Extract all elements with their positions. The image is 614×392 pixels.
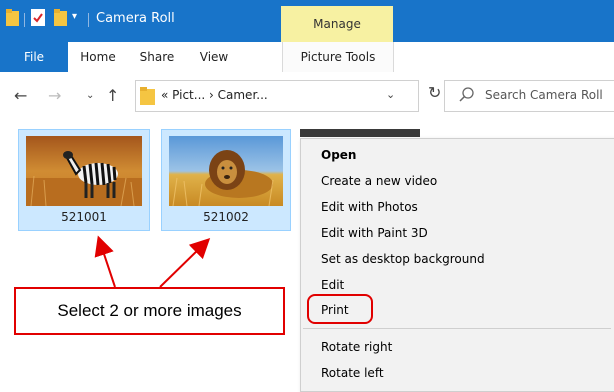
tab-share[interactable]: Share [128, 42, 186, 72]
folder-icon[interactable] [6, 9, 19, 26]
breadcrumb[interactable]: « Pict... › Camer... [161, 88, 268, 102]
menu-item-edit-with-paint3d[interactable]: Edit with Paint 3D [321, 226, 428, 240]
separator [88, 13, 89, 27]
file-item-partial[interactable] [300, 129, 420, 137]
search-placeholder: Search Camera Roll [485, 88, 603, 102]
menu-item-open[interactable]: Open [321, 148, 356, 162]
menu-item-create-video[interactable]: Create a new video [321, 174, 437, 188]
recent-locations-chevron-icon[interactable]: ⌄ [86, 90, 94, 101]
window-title: Camera Roll [96, 11, 175, 26]
properties-check-icon[interactable] [31, 9, 45, 26]
annotation-callout: Select 2 or more images [14, 287, 285, 335]
quick-access-dropdown-icon[interactable]: ▾ [72, 11, 77, 22]
title-bar: ▾ Camera Roll Manage [0, 0, 614, 42]
new-folder-icon[interactable] [54, 9, 67, 26]
search-icon [459, 87, 474, 102]
up-arrow-icon[interactable]: ↑ [106, 86, 119, 105]
menu-item-edit-with-photos[interactable]: Edit with Photos [321, 200, 418, 214]
print-highlight-box [307, 294, 373, 324]
address-dropdown-chevron-icon[interactable]: ⌄ [386, 88, 395, 101]
tab-view[interactable]: View [186, 42, 242, 72]
back-arrow-icon[interactable]: ← [14, 86, 27, 105]
navigation-bar: ← → ⌄ ↑ « Pict... › Camer... ⌄ ↻ Search … [0, 72, 614, 120]
menu-item-rotate-right[interactable]: Rotate right [321, 340, 392, 354]
tab-picture-tools[interactable]: Picture Tools [282, 42, 394, 72]
tab-manage[interactable]: Manage [281, 6, 393, 42]
file-name: 521001 [61, 210, 107, 224]
tab-file[interactable]: File [0, 42, 68, 72]
zebra-photo-icon [26, 136, 142, 206]
file-item-521001[interactable]: 521001 [18, 129, 150, 231]
context-menu: Open Create a new video Edit with Photos… [300, 138, 614, 392]
menu-separator [303, 328, 611, 329]
menu-item-rotate-left[interactable]: Rotate left [321, 366, 384, 380]
tab-home[interactable]: Home [68, 42, 128, 72]
forward-arrow-icon[interactable]: → [48, 86, 61, 105]
annotation-text: Select 2 or more images [57, 301, 242, 320]
file-name: 521002 [203, 210, 249, 224]
menu-item-set-desktop-background[interactable]: Set as desktop background [321, 252, 485, 266]
separator [24, 13, 25, 27]
search-input[interactable]: Search Camera Roll [444, 80, 614, 112]
file-item-521002[interactable]: 521002 [161, 129, 291, 231]
menu-item-edit[interactable]: Edit [321, 278, 344, 292]
folder-icon [140, 87, 155, 105]
address-bar[interactable]: « Pict... › Camer... ⌄ [135, 80, 419, 112]
ribbon-tabs: File Home Share View Picture Tools [0, 42, 614, 73]
refresh-icon[interactable]: ↻ [428, 83, 441, 102]
lion-photo-icon [169, 136, 283, 206]
